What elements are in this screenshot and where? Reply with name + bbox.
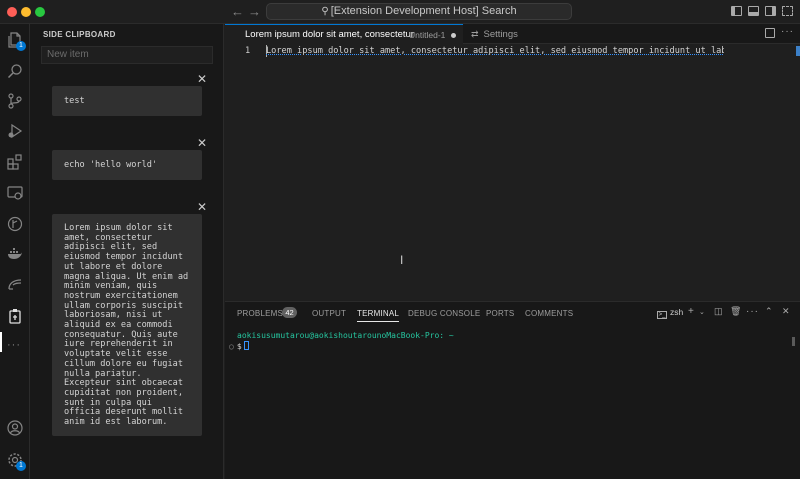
close-panel-icon[interactable]: ✕ <box>782 306 790 317</box>
search-text: [Extension Development Host] Search <box>330 5 517 17</box>
side-clipboard-panel: SIDE CLIPBOARD New item ✕ test ✕ echo 'h… <box>30 24 224 479</box>
kill-terminal-trash-icon[interactable]: 🗑 <box>730 306 741 317</box>
window-minimize-button[interactable] <box>21 7 31 17</box>
terminal-icon: >_ <box>657 311 667 319</box>
clipboard-item[interactable]: echo 'hello world' <box>52 150 202 180</box>
maximize-panel-chevron-icon[interactable]: ⌃ <box>765 306 773 317</box>
new-terminal-plus-icon[interactable]: + <box>688 306 694 317</box>
toggle-panel-icon[interactable] <box>748 6 759 16</box>
customize-layout-icon[interactable] <box>782 6 793 16</box>
split-editor-icon[interactable] <box>765 28 775 38</box>
gitlens-icon[interactable] <box>7 216 23 232</box>
tab-terminal[interactable]: TERMINAL <box>357 309 400 322</box>
editor-line[interactable]: Lorem ipsum dolor sit amet, consectetur … <box>266 46 724 56</box>
settings-tab-icon: ⇄ <box>471 29 479 39</box>
terminal-shell-name: zsh <box>670 307 684 317</box>
active-view-indicator <box>0 332 2 352</box>
remote-connection-icon[interactable] <box>7 277 23 293</box>
accounts-icon[interactable] <box>7 420 23 436</box>
terminal-dropdown-chevron-icon[interactable]: ⌄ <box>699 308 705 316</box>
remote-explorer-icon[interactable] <box>7 185 23 201</box>
terminal-shell-selector[interactable]: >_ zsh <box>657 307 683 319</box>
tab-comments[interactable]: COMMENTS <box>525 309 573 318</box>
minimap-marker[interactable] <box>796 46 800 56</box>
tab-description: Untitled-1 <box>409 30 446 40</box>
prompt-status-circle-icon: ○ <box>229 342 234 351</box>
problems-count-badge: 42 <box>282 307 297 318</box>
line-number: 1 <box>245 46 251 56</box>
terminal-prompt-line[interactable]: ○ $ <box>229 341 249 351</box>
explorer-badge: 1 <box>16 41 26 51</box>
run-and-debug-icon[interactable] <box>7 123 23 139</box>
editor-tab-bar: Lorem ipsum dolor sit amet, consectetur … <box>225 24 800 44</box>
tab-label: Settings <box>483 29 518 40</box>
title-bar: ← → ⚲ [Extension Development Host] Search <box>0 0 800 24</box>
terminal-cursor <box>243 341 249 350</box>
activity-bar: 1 ··· 1 <box>0 24 30 479</box>
search-icon: ⚲ <box>321 6 329 17</box>
mouse-ibeam-cursor-icon: I <box>400 253 404 267</box>
search-icon[interactable] <box>7 63 23 79</box>
docker-icon[interactable] <box>7 246 23 262</box>
manage-gear-icon[interactable]: 1 <box>7 452 26 471</box>
more-actions-icon[interactable]: ··· <box>781 26 794 37</box>
terminal-scrollbar[interactable] <box>792 337 795 346</box>
panel-more-actions-icon[interactable]: ··· <box>746 306 759 317</box>
terminal-prompt-symbol: $ <box>236 342 242 351</box>
terminal-user-line: aokisusumutarou@aokishoutarounoMacBook-P… <box>237 331 454 340</box>
settings-badge: 1 <box>16 461 26 471</box>
side-clipboard-icon[interactable] <box>7 308 23 324</box>
new-item-input[interactable]: New item <box>41 46 213 64</box>
delete-item-close-icon[interactable]: ✕ <box>197 136 207 150</box>
delete-item-close-icon[interactable]: ✕ <box>197 200 207 214</box>
split-terminal-icon[interactable]: ◫ <box>714 306 723 317</box>
sidebar-title: SIDE CLIPBOARD <box>43 30 116 39</box>
more-views-icon[interactable]: ··· <box>7 339 23 355</box>
delete-item-close-icon[interactable]: ✕ <box>197 72 207 86</box>
command-center-search[interactable]: ⚲ [Extension Development Host] Search <box>266 3 572 20</box>
source-control-icon[interactable] <box>7 93 23 109</box>
toggle-secondary-sidebar-icon[interactable] <box>765 6 776 16</box>
tab-problems[interactable]: PROBLEMS <box>237 309 283 318</box>
toggle-primary-sidebar-icon[interactable] <box>731 6 742 16</box>
tab-untitled-1[interactable]: Lorem ipsum dolor sit amet, consectetur … <box>225 24 463 44</box>
editor-area[interactable]: 1 Lorem ipsum dolor sit amet, consectetu… <box>225 44 800 301</box>
forward-arrow-icon[interactable]: → <box>248 4 261 19</box>
tab-debug-console[interactable]: DEBUG CONSOLE <box>408 309 480 318</box>
tab-output[interactable]: OUTPUT <box>312 309 346 318</box>
extensions-icon[interactable] <box>7 154 23 170</box>
window-close-button[interactable] <box>7 7 17 17</box>
tab-label: Lorem ipsum dolor sit amet, consectetur <box>245 29 414 40</box>
tab-settings[interactable]: ⇄ Settings <box>471 24 518 44</box>
explorer-icon[interactable]: 1 <box>7 32 26 51</box>
back-arrow-icon[interactable]: ← <box>231 4 244 19</box>
clipboard-item[interactable]: test <box>52 86 202 116</box>
bottom-panel: PROBLEMS 42 OUTPUT TERMINAL DEBUG CONSOL… <box>225 301 800 479</box>
tab-ports[interactable]: PORTS <box>486 309 514 318</box>
unsaved-dot-icon[interactable] <box>451 33 456 38</box>
window-maximize-button[interactable] <box>35 7 45 17</box>
clipboard-item[interactable]: Lorem ipsum dolor sit amet, consectetur … <box>52 214 202 436</box>
